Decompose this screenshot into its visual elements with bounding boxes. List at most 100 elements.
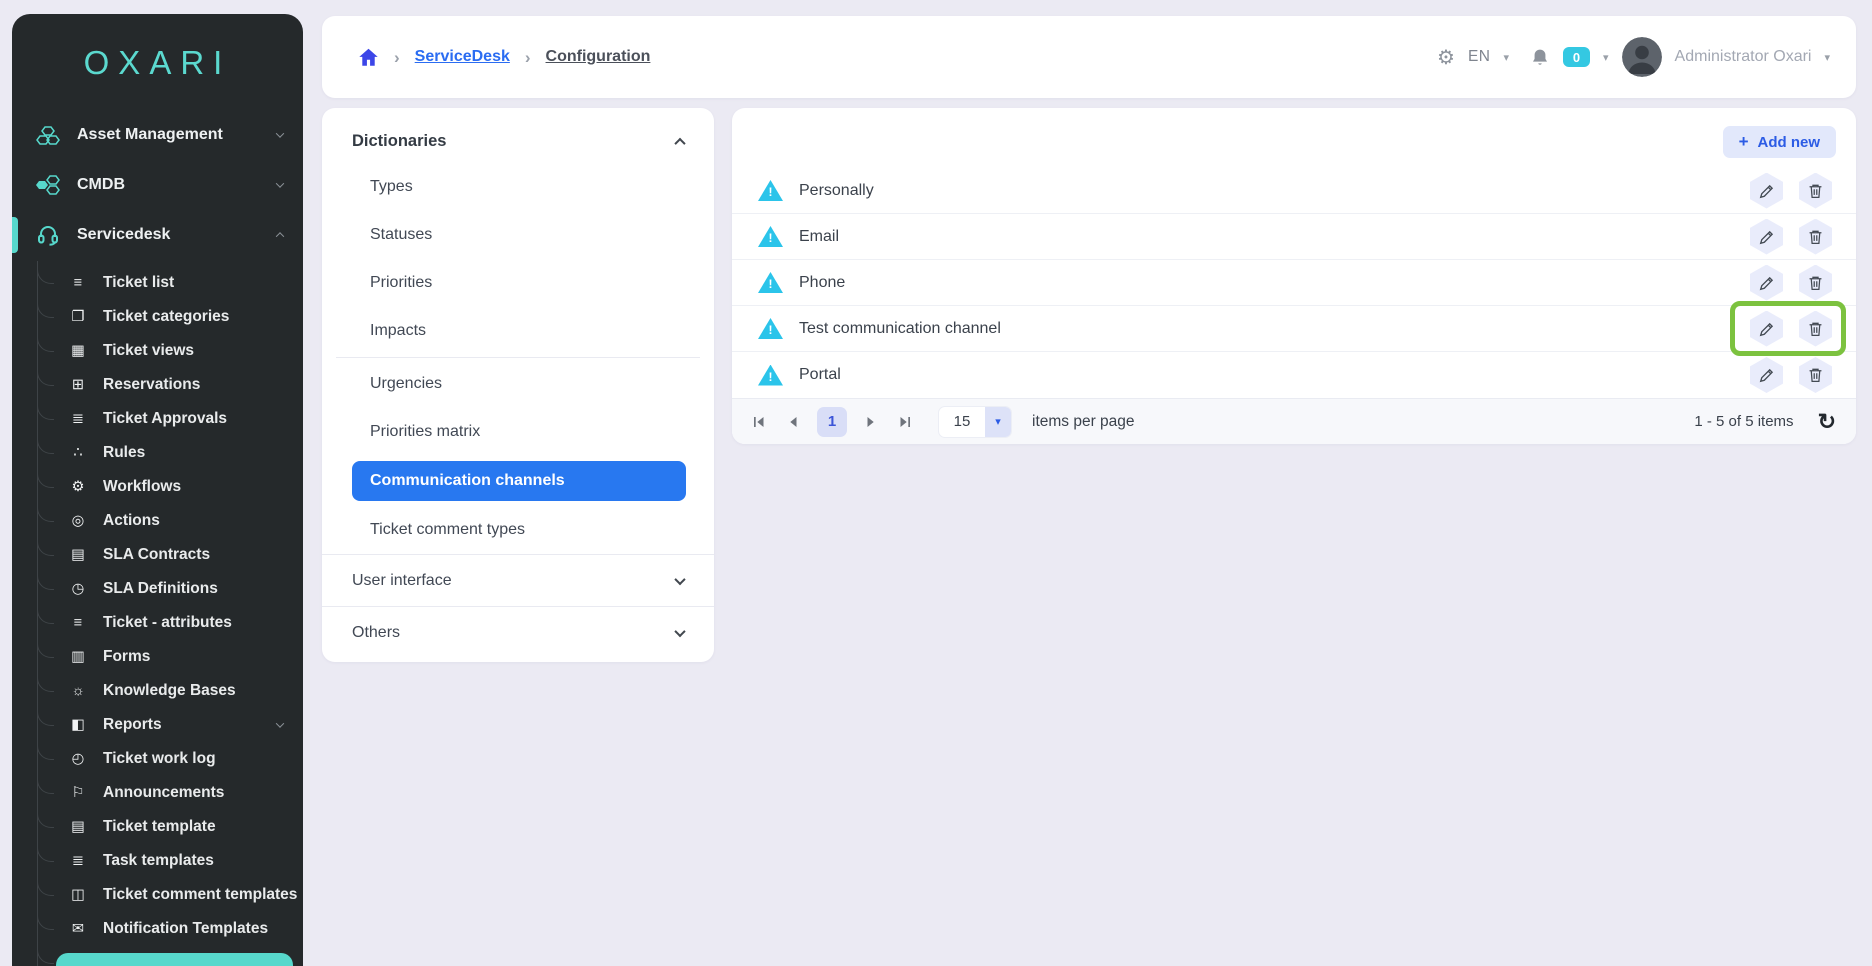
sidebar-item-actions[interactable]: ◎Actions — [12, 504, 303, 538]
avatar[interactable] — [1622, 37, 1662, 77]
sidebar-item-reservations[interactable]: ⊞Reservations — [12, 368, 303, 402]
table-row-test-communication-channel: Test communication channel — [732, 306, 1856, 352]
gear-icon[interactable]: ⚙ — [1437, 45, 1455, 70]
notification-count-badge[interactable]: 0 — [1563, 47, 1590, 67]
sidebar-top-nav: Asset Management CMDB — [12, 110, 303, 966]
dictionaries-panel: Dictionaries TypesStatusesPrioritiesImpa… — [322, 108, 714, 662]
sidebar-item-ticket-attributes[interactable]: ≡Ticket - attributes — [12, 606, 303, 640]
sidebar-item-label: Forms — [103, 648, 150, 666]
channel-list: PersonallyEmailPhoneTest communication c… — [732, 168, 1856, 398]
content-panel: + Add new PersonallyEmailPhoneTest commu… — [732, 108, 1856, 444]
sidebar-item-reports[interactable]: ◧Reports — [12, 708, 303, 742]
page-size-select[interactable]: 15 ▾ — [938, 406, 1012, 438]
dictionary-item-ticket-comment-types[interactable]: Ticket comment types — [322, 506, 714, 554]
language-caret-icon[interactable]: ▾ — [1503, 51, 1509, 64]
sidebar-item-label: Ticket work log — [103, 750, 216, 768]
ticket-categories-icon: ❐ — [68, 309, 88, 325]
sidebar-item-asset-management[interactable]: Asset Management — [12, 110, 303, 160]
warning-icon — [758, 272, 783, 293]
items-per-page-label: items per page — [1032, 413, 1135, 431]
accordion-group-user-interface[interactable]: User interface — [322, 554, 714, 606]
sidebar-item-workflows[interactable]: ⚙Workflows — [12, 470, 303, 504]
dictionary-item-statuses[interactable]: Statuses — [322, 211, 714, 259]
edit-button[interactable] — [1750, 219, 1783, 255]
servicedesk-subnav: ≡ Ticket list ❐Ticket categories▦Ticket vi… — [12, 266, 303, 966]
ticket-list-icon: ≡ — [68, 275, 88, 291]
dictionary-item-communication-channels[interactable]: Communication channels — [352, 461, 686, 501]
sidebar-item-ticket-comment-templates[interactable]: ◫Ticket comment templates — [12, 878, 303, 912]
sidebar-item-cmdb[interactable]: CMDB — [12, 160, 303, 210]
breadcrumb-link-servicedesk[interactable]: ServiceDesk — [415, 48, 510, 66]
sidebar-item-forms[interactable]: ▥Forms — [12, 640, 303, 674]
edit-button[interactable] — [1750, 311, 1783, 347]
sidebar-item-ticket-template[interactable]: ▤Ticket template — [12, 810, 303, 844]
edit-button[interactable] — [1750, 357, 1783, 393]
dictionary-item-impacts[interactable]: Impacts — [322, 307, 714, 355]
reports-icon: ◧ — [68, 717, 88, 733]
sidebar-item-sla-contracts[interactable]: ▤SLA Contracts — [12, 538, 303, 572]
delete-button[interactable] — [1799, 357, 1832, 393]
home-icon[interactable] — [358, 47, 379, 67]
row-label: Personally — [799, 182, 874, 200]
dictionary-item-urgencies[interactable]: Urgencies — [322, 360, 714, 408]
divider — [336, 357, 700, 358]
table-row-personally: Personally — [732, 168, 1856, 214]
bell-icon[interactable] — [1530, 47, 1550, 68]
sidebar-item-label: Knowledge Bases — [103, 682, 236, 700]
row-label: Phone — [799, 274, 845, 292]
delete-button[interactable] — [1799, 265, 1832, 301]
dictionary-item-priorities[interactable]: Priorities — [322, 259, 714, 307]
sidebar-item-ticket-categories[interactable]: ❐Ticket categories — [12, 300, 303, 334]
header-controls: ⚙ EN ▾ 0 ▾ Administrator Oxari ▾ — [1437, 37, 1830, 77]
sidebar-item-label: Reservations — [103, 376, 200, 394]
sidebar-active-sub-indicator[interactable] — [56, 953, 293, 966]
sidebar-item-ticket-approvals[interactable]: ≣Ticket Approvals — [12, 402, 303, 436]
delete-button[interactable] — [1799, 219, 1832, 255]
add-new-button[interactable]: + Add new — [1723, 126, 1836, 158]
ticket-work-log-icon: ◴ — [68, 751, 88, 767]
workflows-icon: ⚙ — [68, 479, 88, 495]
accordion-group-others[interactable]: Others — [322, 606, 714, 658]
sidebar-item-announcements[interactable]: ⚐Announcements — [12, 776, 303, 810]
nodes-cluster-icon — [36, 175, 60, 195]
main-area: › ServiceDesk › Configuration ⚙ EN ▾ 0 ▾… — [322, 16, 1856, 662]
breadcrumb-separator: › — [394, 49, 400, 66]
delete-button[interactable] — [1799, 311, 1832, 347]
sla-definitions-icon: ◷ — [68, 581, 88, 597]
dictionaries-header[interactable]: Dictionaries — [322, 114, 714, 163]
dictionary-item-priorities-matrix[interactable]: Priorities matrix — [322, 408, 714, 456]
sidebar-item-notification-templates[interactable]: ✉ Notification Templates — [12, 912, 303, 946]
warning-icon — [758, 226, 783, 247]
refresh-icon[interactable]: ↻ — [1818, 411, 1836, 433]
sidebar-item-ticket-views[interactable]: ▦Ticket views — [12, 334, 303, 368]
sidebar-item-label: Ticket list — [103, 274, 174, 292]
sidebar-item-servicedesk[interactable]: Servicedesk — [12, 210, 303, 260]
table-row-portal: Portal — [732, 352, 1856, 398]
notification-templates-icon: ✉ — [68, 921, 88, 937]
dictionary-item-types[interactable]: Types — [322, 163, 714, 211]
sidebar-item-task-templates[interactable]: ≣Task templates — [12, 844, 303, 878]
items-range-label: 1 - 5 of 5 items — [1694, 413, 1793, 430]
page-size-value: 15 — [939, 413, 985, 430]
sidebar-item-ticket-work-log[interactable]: ◴ Ticket work log — [12, 742, 303, 776]
dictionaries-list: TypesStatusesPrioritiesImpacts UrgenciesP… — [322, 163, 714, 554]
notification-caret-icon[interactable]: ▾ — [1603, 51, 1609, 64]
next-page-button[interactable] — [858, 409, 884, 435]
sidebar-item-sla-definitions[interactable]: ◷SLA Definitions — [12, 572, 303, 606]
page-number[interactable]: 1 — [817, 407, 847, 437]
dictionaries-title: Dictionaries — [352, 132, 446, 151]
row-label: Test communication channel — [799, 320, 1001, 338]
sidebar-item-label: Notification Templates — [103, 920, 268, 938]
edit-button[interactable] — [1750, 173, 1783, 209]
sidebar-item-rules[interactable]: ∴Rules — [12, 436, 303, 470]
sidebar-item-label: Task templates — [103, 852, 214, 870]
previous-page-button[interactable] — [780, 409, 806, 435]
first-page-button[interactable] — [746, 409, 772, 435]
row-actions — [1750, 219, 1832, 255]
delete-button[interactable] — [1799, 173, 1832, 209]
last-page-button[interactable] — [892, 409, 918, 435]
sidebar-item-ticket-list[interactable]: ≡ Ticket list — [12, 266, 303, 300]
sidebar-item-knowledge-bases[interactable]: ☼Knowledge Bases — [12, 674, 303, 708]
user-caret-icon[interactable]: ▾ — [1824, 51, 1830, 64]
edit-button[interactable] — [1750, 265, 1783, 301]
